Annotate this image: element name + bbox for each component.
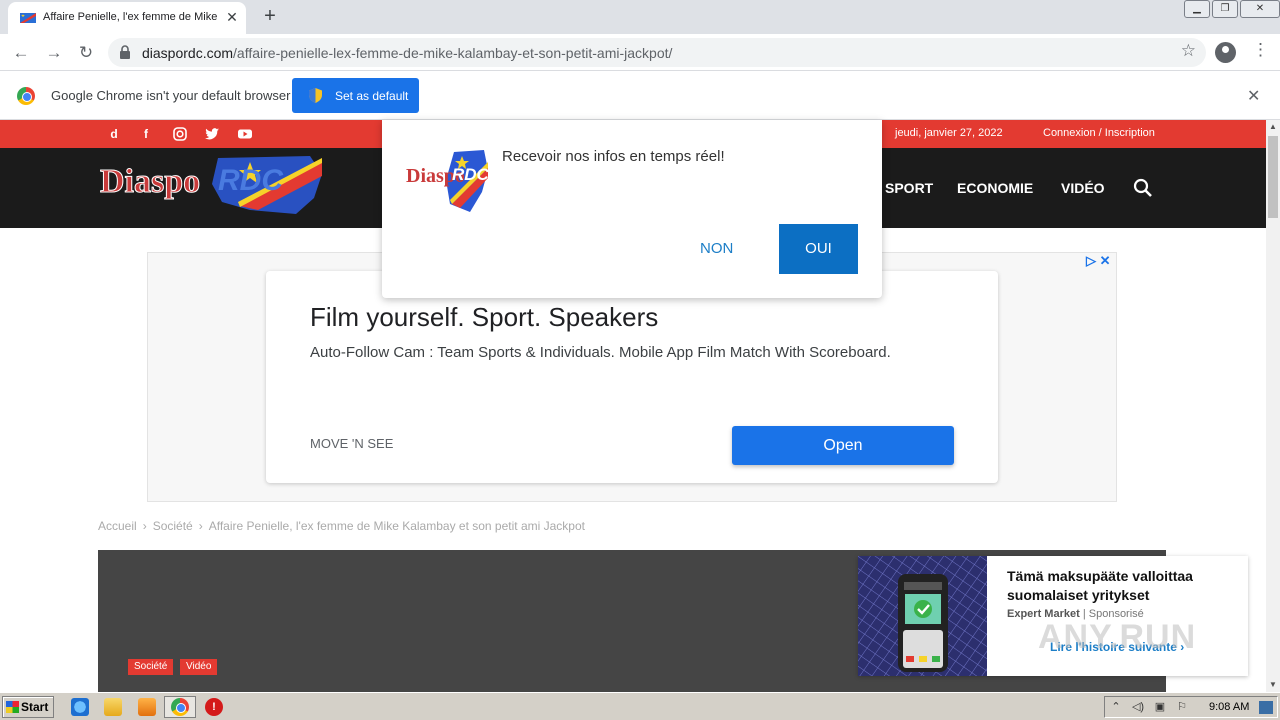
instagram-icon[interactable]	[172, 126, 188, 142]
page-scrollbar[interactable]: ▲ ▼	[1266, 120, 1280, 692]
tab-strip: Affaire Penielle, l'ex femme de Mike Kal…	[0, 0, 1280, 34]
start-label: Start	[21, 700, 49, 714]
ad-open-button[interactable]: Open	[732, 426, 954, 465]
default-browser-infobar: Google Chrome isn't your default browser…	[0, 71, 1280, 120]
ad-card[interactable]: Film yourself. Sport. Speakers Auto-Foll…	[266, 271, 998, 483]
forward-icon[interactable]: →	[41, 40, 67, 66]
browser-tab[interactable]: Affaire Penielle, l'ex femme de Mike Kal…	[8, 2, 246, 34]
nav-video[interactable]: VIDÉO	[1061, 180, 1105, 196]
nav-sport[interactable]: SPORT	[885, 180, 933, 196]
breadcrumb-separator: ›	[142, 519, 147, 533]
youtube-icon[interactable]	[237, 126, 253, 142]
tab-title: Affaire Penielle, l'ex femme de Mike Kal…	[43, 11, 218, 23]
svg-text:RDC: RDC	[452, 165, 488, 184]
diasporeDC-logo[interactable]: Diaspo RDC	[100, 154, 322, 216]
adchoices-icon[interactable]: ▷ ✕	[1086, 253, 1111, 269]
browser-toolbar: ← → ↻ diaspordc.com/affaire-penielle-lex…	[0, 34, 1280, 71]
restore-button[interactable]: ❐	[1212, 0, 1238, 18]
breadcrumb-separator: ›	[198, 519, 203, 533]
infobar-message: Google Chrome isn't your default browser	[51, 88, 291, 103]
chrome-menu-icon[interactable]: ⋮	[1252, 40, 1269, 60]
network-icon[interactable]: ▣	[1153, 701, 1167, 714]
svg-text:RDC: RDC	[218, 164, 284, 197]
push-notification-prompt: Diaspo RDC Recevoir nos infos en temps r…	[382, 120, 882, 298]
current-date: jeudi, janvier 27, 2022	[895, 127, 1003, 139]
breadcrumb-home[interactable]: Accueil	[98, 519, 137, 533]
uac-shield-icon	[309, 88, 322, 103]
tab-close-icon[interactable]: ✕	[223, 8, 241, 26]
payment-terminal-image	[858, 556, 987, 676]
tray-expand-icon[interactable]: ⌃	[1109, 701, 1123, 714]
chrome-taskbar-icon	[171, 698, 189, 716]
search-icon[interactable]	[1133, 178, 1153, 198]
breadcrumb-category[interactable]: Société	[153, 519, 193, 533]
windows-taskbar: Start ! ⌃ ◁) ▣ ⚐ 9:08 AM	[0, 692, 1280, 720]
profile-avatar-icon[interactable]	[1215, 42, 1236, 63]
lock-icon	[120, 45, 130, 59]
accept-button[interactable]: OUI	[779, 224, 858, 274]
media-player-icon[interactable]	[138, 698, 156, 716]
chrome-taskbar-button[interactable]	[164, 696, 196, 718]
bookmark-star-icon[interactable]: ☆	[1181, 41, 1196, 61]
window-controls: ▁ ❐ ✕	[1182, 0, 1280, 20]
opera-icon[interactable]: !	[205, 698, 223, 716]
back-icon[interactable]: ←	[8, 40, 34, 66]
site-favicon-icon	[20, 13, 36, 23]
file-explorer-icon[interactable]	[104, 698, 122, 716]
tag-video[interactable]: Vidéo	[180, 659, 218, 675]
system-tray: ⌃ ◁) ▣ ⚐ 9:08 AM	[1104, 696, 1278, 718]
login-register-link[interactable]: Connexion / Inscription	[1043, 127, 1155, 139]
windows-flag-icon	[6, 701, 19, 713]
tag-societe[interactable]: Société	[128, 659, 174, 675]
taskbar-clock: 9:08 AM	[1209, 701, 1250, 713]
notification-message: Recevoir nos infos en temps réel!	[502, 148, 725, 165]
nav-economie[interactable]: ECONOMIE	[957, 180, 1033, 196]
twitter-icon[interactable]	[204, 126, 220, 142]
start-button[interactable]: Start	[2, 696, 54, 718]
anyrun-watermark: ANY.RUN	[1038, 618, 1197, 656]
show-desktop-icon[interactable]	[1259, 701, 1273, 714]
facebook-icon[interactable]: f	[138, 126, 154, 142]
dailymotion-icon[interactable]: d	[106, 126, 122, 142]
scroll-up-arrow-icon[interactable]: ▲	[1266, 120, 1280, 134]
chrome-logo-icon	[17, 87, 35, 105]
ad-brand: MOVE 'N SEE	[310, 436, 394, 451]
notification-logo: Diaspo RDC	[406, 150, 488, 212]
volume-icon[interactable]: ◁)	[1131, 701, 1145, 714]
scroll-down-arrow-icon[interactable]: ▼	[1266, 678, 1280, 692]
url-domain: diaspordc.com	[142, 45, 234, 61]
url-text: diaspordc.com/affaire-penielle-lex-femme…	[142, 45, 672, 61]
new-tab-button[interactable]: +	[258, 5, 282, 29]
ad-title[interactable]: Film yourself. Sport. Speakers	[310, 302, 658, 333]
internet-explorer-icon[interactable]	[71, 698, 89, 716]
action-center-flag-icon[interactable]: ⚐	[1175, 701, 1189, 714]
sponsored-title[interactable]: Tämä maksupääte valloittaa suomalaiset y…	[1007, 567, 1237, 605]
set-as-default-label: Set as default	[335, 89, 409, 103]
decline-button[interactable]: NON	[700, 240, 733, 257]
ad-description: Auto-Follow Cam : Team Sports & Individu…	[310, 344, 891, 361]
infobar-close-icon[interactable]: ✕	[1247, 86, 1260, 106]
scroll-thumb[interactable]	[1268, 136, 1278, 218]
address-bar[interactable]: diaspordc.com/affaire-penielle-lex-femme…	[108, 38, 1206, 67]
url-path: /affaire-penielle-lex-femme-de-mike-kala…	[233, 45, 673, 61]
sponsored-card[interactable]: Tämä maksupääte valloittaa suomalaiset y…	[858, 556, 1248, 676]
minimize-button[interactable]: ▁	[1184, 0, 1210, 18]
breadcrumb-current: Affaire Penielle, l'ex femme de Mike Kal…	[208, 519, 585, 533]
breadcrumb: Accueil › Société › Affaire Penielle, l'ex f…	[98, 519, 585, 533]
set-as-default-button[interactable]: Set as default	[292, 78, 419, 113]
close-window-button[interactable]: ✕	[1240, 0, 1280, 18]
reload-icon[interactable]: ↻	[73, 40, 99, 66]
svg-text:Diaspo: Diaspo	[100, 163, 200, 200]
